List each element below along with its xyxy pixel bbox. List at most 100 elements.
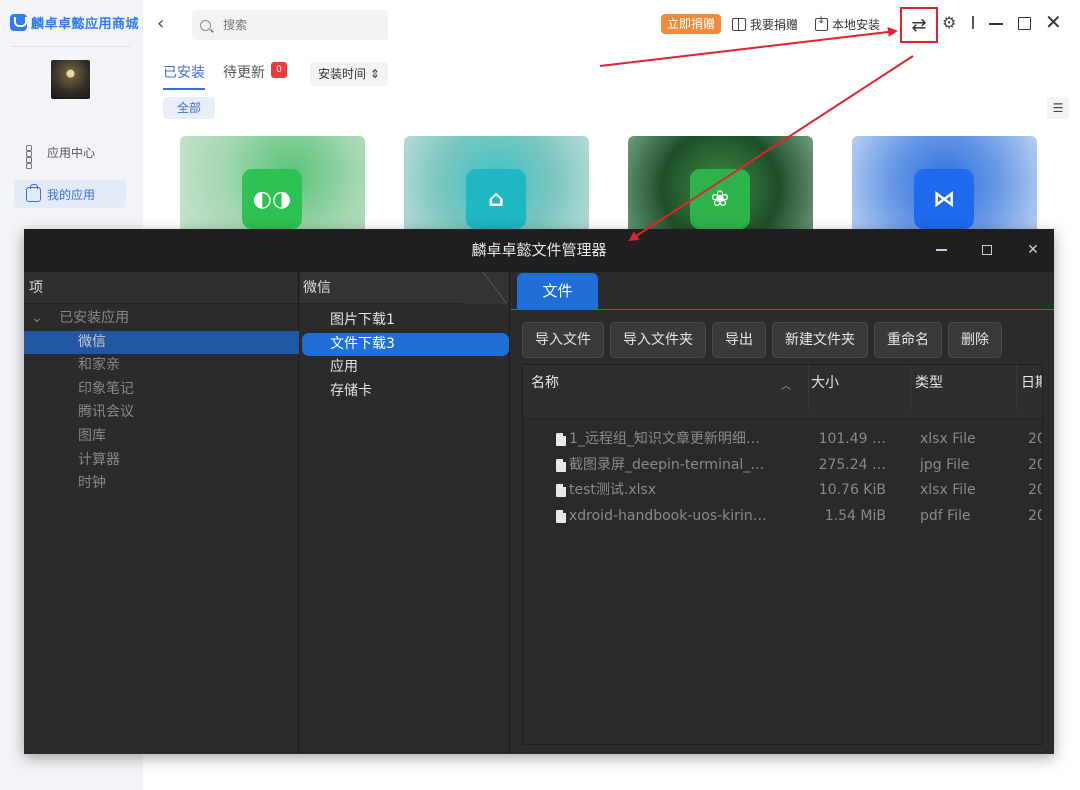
minimize-button[interactable] [989,23,1003,25]
file-type: pdf File [920,507,971,524]
i-donate-button[interactable]: 我要捐赠 [732,14,798,34]
table-row[interactable]: xdroid-handbook-uos-kirin… 1.54 MiB pdf … [523,504,1042,530]
store-app-name: 麟卓卓懿应用商城 [31,17,140,32]
sidebar-item-app-center[interactable]: 应用中心 [14,138,107,169]
app-card-evernote[interactable]: ❀ [628,136,813,231]
app-card-wechat[interactable]: ◐◑ [180,136,365,231]
file-icon [556,458,566,472]
app-card-meeting[interactable]: ⋈ [852,136,1037,231]
tree-root-item[interactable]: ⌄ 已安装应用 [24,307,299,331]
file-date: 20 [1028,431,1042,447]
app-tree: ⌄ 已安装应用 微信 和家亲 印象笔记 腾讯会议 图库 计算器 时钟 [24,307,299,496]
elephant-icon: ❀ [690,169,750,229]
column-header-type[interactable]: 类型 [910,365,1015,409]
wechat-icon: ◐◑ [242,169,302,229]
file-size: 1.54 MiB [824,507,886,524]
tab-label: 待更新 [223,65,265,81]
gift-icon [732,17,746,31]
tree-item-gallery[interactable]: 图库 [24,425,299,449]
folder-list: 图片下载1 文件下载3 应用 存储卡 [300,309,510,403]
switch-mode-button[interactable]: ⇄ [900,7,938,43]
tab-bar: 已安装 待更新 0 [163,62,287,90]
sidebar-item-my-apps[interactable]: 我的应用 [14,180,126,208]
window-title: 麟卓卓懿文件管理器 [24,229,1054,272]
fm-minimize-button[interactable] [918,229,964,272]
local-install-label: 本地安装 [832,17,881,32]
file-date: 20 [1028,456,1042,473]
column-header-date[interactable]: 日期 [1016,365,1042,409]
close-button[interactable]: ✕ [1045,11,1062,33]
sidebar-item-label: 我的应用 [47,187,96,202]
count-badge: 0 [271,62,287,78]
i-donate-label: 我要捐赠 [750,17,799,32]
sort-asc-icon: ︿ [781,381,791,392]
file-date: 20 [1028,482,1042,499]
tree-item-clock[interactable]: 时钟 [24,472,299,496]
delete-button[interactable]: 删除 [948,322,1002,358]
avatar[interactable] [51,60,90,99]
search-input[interactable] [223,18,373,32]
minimize-icon [935,249,947,251]
tab-bar-line [511,309,1054,310]
donate-now-button[interactable]: 立即捐赠 [661,14,722,34]
file-table: 名称 ︿ 大小 类型 日期 1_远程组_知识文章更新明细… 101.49 … x… [522,364,1043,745]
tree-item-wechat[interactable]: 微信 [24,330,299,355]
tree-item-calculator[interactable]: 计算器 [24,449,299,473]
file-icon [556,484,566,498]
folder-item[interactable]: 图片下载1 [300,309,510,333]
rename-button[interactable]: 重命名 [874,322,942,358]
meeting-icon: ⋈ [914,169,974,229]
file-toolbar: 导入文件 导入文件夹 导出 新建文件夹 重命名 删除 [522,322,1002,358]
tab-files[interactable]: 文件 [517,273,598,309]
maximize-button[interactable] [1018,17,1031,30]
store-logo: 麟卓卓懿应用商城 [10,13,139,32]
app-card-family[interactable]: ⌂ [404,136,589,231]
close-icon: ✕ [1027,242,1039,258]
tab-installed[interactable]: 已安装 [163,62,205,90]
filter-all-chip[interactable]: 全部 [163,97,216,119]
folder-item[interactable]: 存储卡 [300,380,510,404]
file-name: xdroid-handbook-uos-kirin… [569,507,767,524]
tree-item-family[interactable]: 和家亲 [24,354,299,378]
tree-item-tencent-meeting[interactable]: 腾讯会议 [24,401,299,425]
swap-icon: ⇄ [911,14,927,36]
folder-item-selected[interactable]: 文件下载3 [302,332,509,357]
search-icon [200,19,211,31]
fm-close-button[interactable]: ✕ [1010,229,1056,272]
sort-select[interactable]: 安装时间 ⇕ [310,62,388,86]
new-folder-button[interactable]: 新建文件夹 [772,322,868,358]
fm-maximize-button[interactable] [964,229,1010,272]
store-logo-icon [10,14,27,31]
tree-item-evernote[interactable]: 印象笔记 [24,378,299,402]
file-name: test测试.xlsx [569,482,657,499]
menu-button[interactable] [972,16,974,29]
table-row[interactable]: test测试.xlsx 10.76 KiB xlsx File 20 [523,478,1042,504]
table-row[interactable]: 1_远程组_知识文章更新明细… 101.49 … xlsx File 20 [523,427,1042,453]
list-view-button[interactable]: ☰ [1047,97,1069,119]
table-row[interactable]: 截图录屏_deepin-terminal_… 275.24 … jpg File… [523,453,1042,479]
column-header-name[interactable]: 名称 [531,365,801,409]
files-pane: 文件 导入文件 导入文件夹 导出 新建文件夹 重命名 删除 名称 ︿ 大小 类型… [511,272,1054,754]
file-name: 1_远程组_知识文章更新明细… [569,431,760,447]
settings-button[interactable]: ⚙ [942,13,956,32]
sort-selected: 安装时间 [318,67,367,81]
tree-header: 项 [24,272,298,304]
import-folder-button[interactable]: 导入文件夹 [610,322,706,358]
chevron-down-icon: ⌄ [31,310,43,326]
import-file-button[interactable]: 导入文件 [522,322,604,358]
export-button[interactable]: 导出 [712,322,766,358]
file-icon [556,433,566,447]
file-manager-window: 麟卓卓懿文件管理器 ✕ 项 ⌄ 已安装应用 微信 和家亲 印象笔记 腾讯会议 图… [24,229,1054,754]
back-button[interactable]: ‹ [157,14,164,34]
file-type: jpg File [920,456,970,473]
column-header-size[interactable]: 大小 [808,365,910,409]
updown-icon: ⇕ [369,67,380,81]
tab-pending-update[interactable]: 待更新 0 [223,62,287,90]
local-install-button[interactable]: 本地安装 [815,14,880,34]
app-tree-pane: 项 ⌄ 已安装应用 微信 和家亲 印象笔记 腾讯会议 图库 计算器 时钟 [24,272,299,754]
search-box[interactable] [192,10,388,40]
file-size: 101.49 … [818,431,886,447]
home-icon: ⌂ [466,169,526,229]
folder-item[interactable]: 应用 [300,356,510,380]
bag-icon [26,183,41,202]
